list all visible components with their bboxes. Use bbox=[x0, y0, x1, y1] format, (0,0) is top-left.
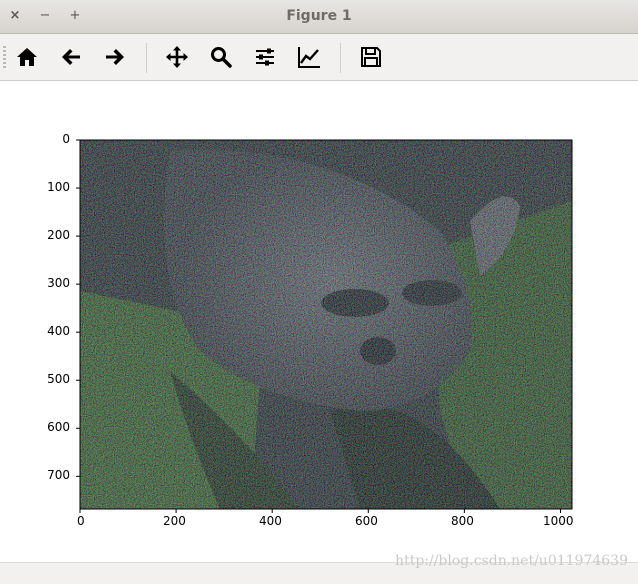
home-icon bbox=[17, 48, 37, 66]
toolbar-grip[interactable] bbox=[3, 46, 6, 68]
magnifier-icon bbox=[211, 47, 232, 68]
move-icon bbox=[166, 46, 188, 68]
toolbar-separator bbox=[146, 43, 147, 73]
x-tick-label: 200 bbox=[163, 514, 186, 528]
y-tick-label: 600 bbox=[47, 420, 70, 434]
x-tick-label: 400 bbox=[259, 514, 282, 528]
floppy-disk-icon bbox=[361, 47, 381, 67]
title-bar: × − + Figure 1 bbox=[0, 0, 638, 34]
y-tick-label: 300 bbox=[47, 276, 70, 290]
y-tick-label: 500 bbox=[47, 372, 70, 386]
y-tick-label: 400 bbox=[47, 324, 70, 338]
forward-button[interactable] bbox=[101, 43, 129, 71]
edit-axes-button[interactable] bbox=[295, 43, 323, 71]
subplots-button[interactable] bbox=[251, 43, 279, 71]
arrow-right-icon bbox=[106, 49, 124, 65]
y-tick-label: 700 bbox=[47, 468, 70, 482]
x-tick-label: 600 bbox=[355, 514, 378, 528]
sliders-icon bbox=[256, 48, 274, 66]
x-tick-label: 1000 bbox=[543, 514, 574, 528]
toolbar-separator bbox=[340, 43, 341, 73]
line-chart-icon bbox=[298, 47, 320, 68]
home-button[interactable] bbox=[13, 43, 41, 71]
raccoon-image bbox=[80, 140, 572, 509]
x-tick-label: 800 bbox=[451, 514, 474, 528]
plot-svg bbox=[76, 139, 573, 513]
zoom-button[interactable] bbox=[207, 43, 235, 71]
back-button[interactable] bbox=[57, 43, 85, 71]
x-axis-ticks bbox=[79, 509, 561, 513]
pan-button[interactable] bbox=[163, 43, 191, 71]
watermark-text: http://blog.csdn.net/u011974639 bbox=[395, 553, 628, 569]
y-tick-label: 0 bbox=[62, 132, 70, 146]
arrow-left-icon bbox=[62, 49, 80, 65]
window-title: Figure 1 bbox=[286, 8, 352, 24]
x-tick-label: 0 bbox=[77, 514, 85, 528]
navigation-toolbar bbox=[0, 34, 638, 81]
save-button[interactable] bbox=[357, 43, 385, 71]
figure-canvas[interactable]: 0 200 400 600 800 1000 0 100 200 300 400… bbox=[0, 81, 638, 562]
y-tick-label: 100 bbox=[47, 180, 70, 194]
y-tick-label: 200 bbox=[47, 228, 70, 242]
y-axis-ticks bbox=[76, 139, 80, 477]
